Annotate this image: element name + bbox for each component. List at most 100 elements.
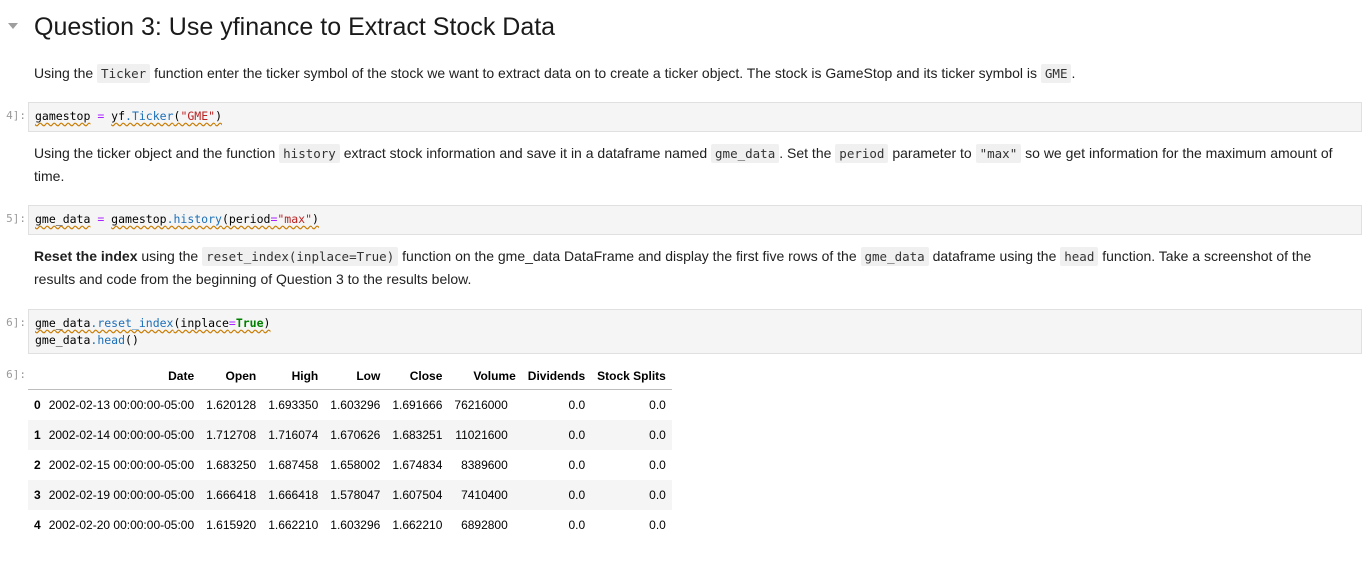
code-token: gme_data [35,316,91,330]
table-cell: 0.0 [649,458,666,472]
table-cell: 1.620128 [206,398,257,412]
section-heading: Question 3: Use yfinance to Extract Stoc… [34,13,556,41]
notebook-page: Question 3: Use yfinance to Extract Stoc… [0,0,1362,567]
text: using the [137,248,203,264]
code-token: ) [215,109,222,123]
inline-code: Ticker [97,64,151,83]
table-cell: 1.615920 [206,518,257,532]
text: dataframe using the [928,248,1061,264]
table-cell: 1.683250 [206,458,257,472]
column-header: High [262,362,325,390]
markdown-cell-ticker: Using the Ticker function enter the tick… [34,62,1344,85]
code-cell-ticker[interactable]: gamestop = yf.Ticker("GME") [28,102,1362,132]
table-cell: 2002-02-14 00:00:00-05:00 [48,428,195,442]
table-cell: 1.687458 [268,458,319,472]
table-cell: 0.0 [649,488,666,502]
code-token: gamestop [35,109,91,123]
table-cell: 1.603296 [330,518,381,532]
code-token: True [235,316,264,330]
table-cell: 1.666418 [206,488,257,502]
chevron-down-icon[interactable] [8,23,18,29]
code-token: = [228,316,236,330]
inline-code: GME [1040,64,1072,83]
table-cell: 1.662210 [392,518,443,532]
code-cell-head[interactable]: gme_data.reset_index(inplace=True) gme_da… [28,309,1362,354]
code-token: period [228,212,271,226]
table-cell: 8389600 [461,458,508,472]
column-header: Low [324,362,387,390]
column-header: Date [42,362,201,390]
code-token: "max" [277,212,312,226]
code-line: gme_data.head() [35,332,1355,349]
code-token: ( [221,212,229,226]
row-index: 3 [34,488,41,502]
table-cell: 1.662210 [268,518,319,532]
row-index: 0 [34,398,41,412]
table-row: 2 2002-02-15 00:00:00-05:00 1.683250 1.6… [28,450,672,480]
text: function enter the ticker symbol of the … [150,65,1041,81]
inline-code: gme_data [860,247,929,266]
output-prompt: 6]: [6,368,26,381]
text: Using the [34,65,98,81]
text: parameter to [888,145,976,161]
table-cell: 2002-02-15 00:00:00-05:00 [48,458,195,472]
table-cell: 1.607504 [392,488,443,502]
code-token: = [90,109,112,123]
code-token: .head [90,333,126,347]
column-header: Volume [448,362,522,390]
code-cell-history[interactable]: gme_data = gamestop.history(period="max"… [28,205,1362,235]
column-header: Dividends [521,362,592,390]
code-token: gme_data [35,333,91,347]
table-header-row: Date Open High Low Close Volume Dividend… [28,362,672,390]
row-index: 1 [34,428,41,442]
table-row: 4 2002-02-20 00:00:00-05:00 1.615920 1.6… [28,510,672,540]
column-header [28,362,43,390]
inline-code: reset_index(inplace=True) [202,247,399,266]
table-cell: 1.691666 [392,398,443,412]
table-row: 1 2002-02-14 00:00:00-05:00 1.712708 1.7… [28,420,672,450]
table-cell: 2002-02-20 00:00:00-05:00 [48,518,195,532]
table-cell: 0.0 [649,518,666,532]
table-cell: 76216000 [454,398,508,412]
table-cell: 1.712708 [206,428,257,442]
table-cell: 7410400 [461,488,508,502]
code-token: () [125,333,139,347]
inline-code: period [835,144,889,163]
table-cell: 1.693350 [268,398,319,412]
code-token: gamestop [111,212,167,226]
table-cell: 0.0 [568,488,586,502]
code-token: .reset_index [90,316,174,330]
table-row: 0 2002-02-13 00:00:00-05:00 1.620128 1.6… [28,389,672,420]
code-token: .history [166,212,222,226]
code-token: yf [111,109,126,123]
dataframe-output: Date Open High Low Close Volume Dividend… [28,362,672,540]
table-cell: 1.716074 [268,428,319,442]
code-line: gme_data.reset_index(inplace=True) [35,315,1355,332]
column-header: Open [200,362,263,390]
bold-text: Reset the index [34,248,138,264]
inline-code: "max" [975,144,1022,163]
markdown-cell-reset-index: Reset the index using the reset_index(in… [34,245,1344,291]
cell-prompt: 4]: [6,109,26,122]
text: . Set the [779,145,836,161]
markdown-cell-history: Using the ticker object and the function… [34,142,1344,188]
table-cell: 6892800 [461,518,508,532]
text: . [1071,65,1076,81]
table-cell: 1.674834 [392,458,443,472]
table-cell: 11021600 [455,428,508,442]
code-token: = [90,212,112,226]
row-index: 2 [34,458,41,472]
table-cell: 2002-02-19 00:00:00-05:00 [48,488,195,502]
table-row: 3 2002-02-19 00:00:00-05:00 1.666418 1.6… [28,480,672,510]
table-cell: 0.0 [649,428,666,442]
code-token: gme_data [35,212,91,226]
cell-prompt: 6]: [6,316,26,329]
table-cell: 0.0 [568,458,586,472]
inline-code: history [279,144,340,163]
code-token: "GME" [180,109,216,123]
text: extract stock information and save it in… [339,145,712,161]
table-cell: 1.683251 [392,428,443,442]
table-cell: 1.666418 [268,488,319,502]
table-cell: 1.658002 [330,458,381,472]
table-cell: 0.0 [568,428,586,442]
